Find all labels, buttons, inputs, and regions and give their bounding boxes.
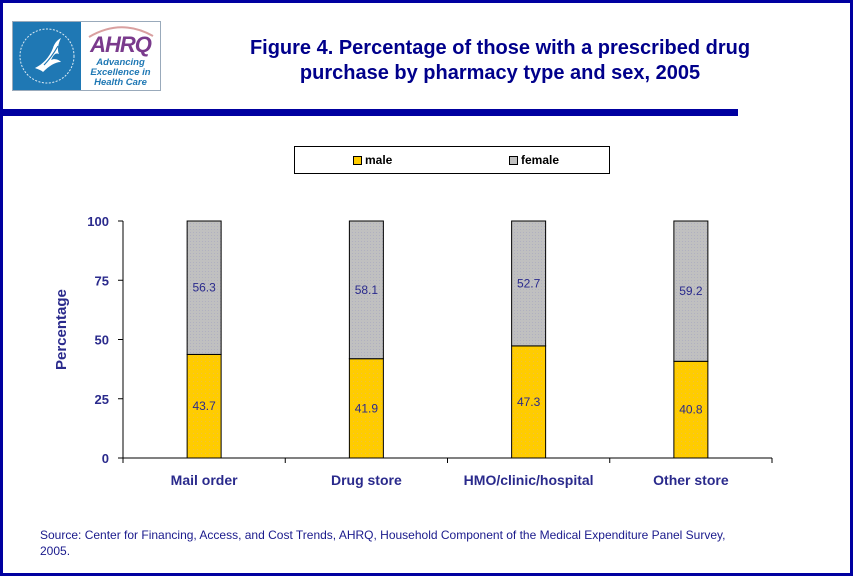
x-tick-label-1: Drug store: [331, 472, 402, 488]
source-note: Source: Center for Financing, Access, an…: [40, 527, 820, 559]
y-axis-label: Percentage: [53, 289, 70, 370]
stacked-bar-chart: 43.7 56.3 41.9 58.1 47.3 52.7 40.8 59.2 Mail or…: [53, 214, 773, 488]
data-label-male-0: 43.7: [192, 399, 216, 413]
data-label-male-3: 40.8: [679, 403, 703, 417]
y-tick-label-3: 75: [95, 273, 109, 288]
y-tick-label-4: 100: [87, 214, 109, 229]
data-label-female-2: 52.7: [517, 276, 541, 290]
x-tick-label-0: Mail order: [171, 472, 238, 488]
data-label-male-2: 47.3: [517, 395, 541, 409]
y-tick-label-0: 0: [102, 451, 109, 466]
data-label-female-3: 59.2: [679, 284, 703, 298]
source-line-2: 2005.: [40, 544, 71, 558]
y-tick-label-1: 25: [95, 392, 109, 407]
x-tick-label-3: Other store: [653, 472, 729, 488]
data-label-male-1: 41.9: [355, 401, 379, 415]
y-tick-label-2: 50: [95, 333, 109, 348]
x-tick-label-2: HMO/clinic/hospital: [464, 472, 594, 488]
data-label-female-0: 56.3: [192, 281, 216, 295]
source-line-1: Source: Center for Financing, Access, an…: [40, 528, 726, 542]
data-label-female-1: 58.1: [355, 283, 379, 297]
